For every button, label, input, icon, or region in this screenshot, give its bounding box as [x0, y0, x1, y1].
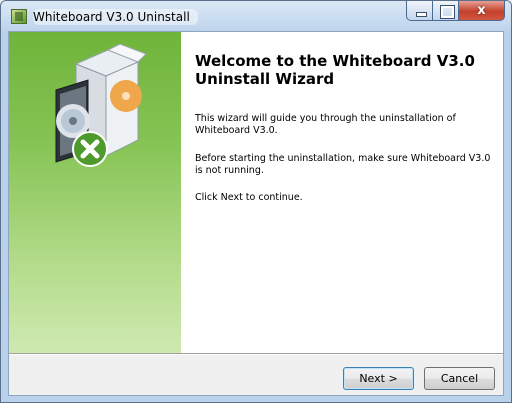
intro-text: This wizard will guide you through the u…	[195, 113, 456, 136]
close-icon: x	[477, 3, 486, 18]
close-button[interactable]: x	[459, 1, 505, 21]
wizard-heading: Welcome to the Whiteboard V3.0 Uninstall…	[195, 52, 475, 88]
cancel-button[interactable]: Cancel	[424, 367, 495, 390]
wizard-main-panel: Welcome to the Whiteboard V3.0 Uninstall…	[181, 32, 503, 353]
next-button[interactable]: Next >	[343, 367, 414, 390]
instruction-text: Click Next to continue.	[195, 192, 303, 203]
title-bar[interactable]: Whiteboard V3.0 Uninstall x	[1, 1, 511, 31]
window-title: Whiteboard V3.0 Uninstall	[33, 9, 198, 25]
wizard-sidebar	[9, 32, 181, 353]
caption-buttons: x	[406, 1, 505, 21]
whiteboard-app-icon	[11, 9, 27, 24]
minimize-button[interactable]	[406, 1, 433, 21]
warning-text: Before starting the uninstallation, make…	[195, 153, 491, 176]
wizard-footer: Next > Cancel	[9, 355, 503, 395]
wizard-client-area: Welcome to the Whiteboard V3.0 Uninstall…	[8, 31, 504, 396]
uninstall-window: Whiteboard V3.0 Uninstall x Welcome to t…	[0, 0, 512, 403]
maximize-button[interactable]	[433, 1, 459, 21]
uninstall-box-icon	[55, 44, 147, 167]
